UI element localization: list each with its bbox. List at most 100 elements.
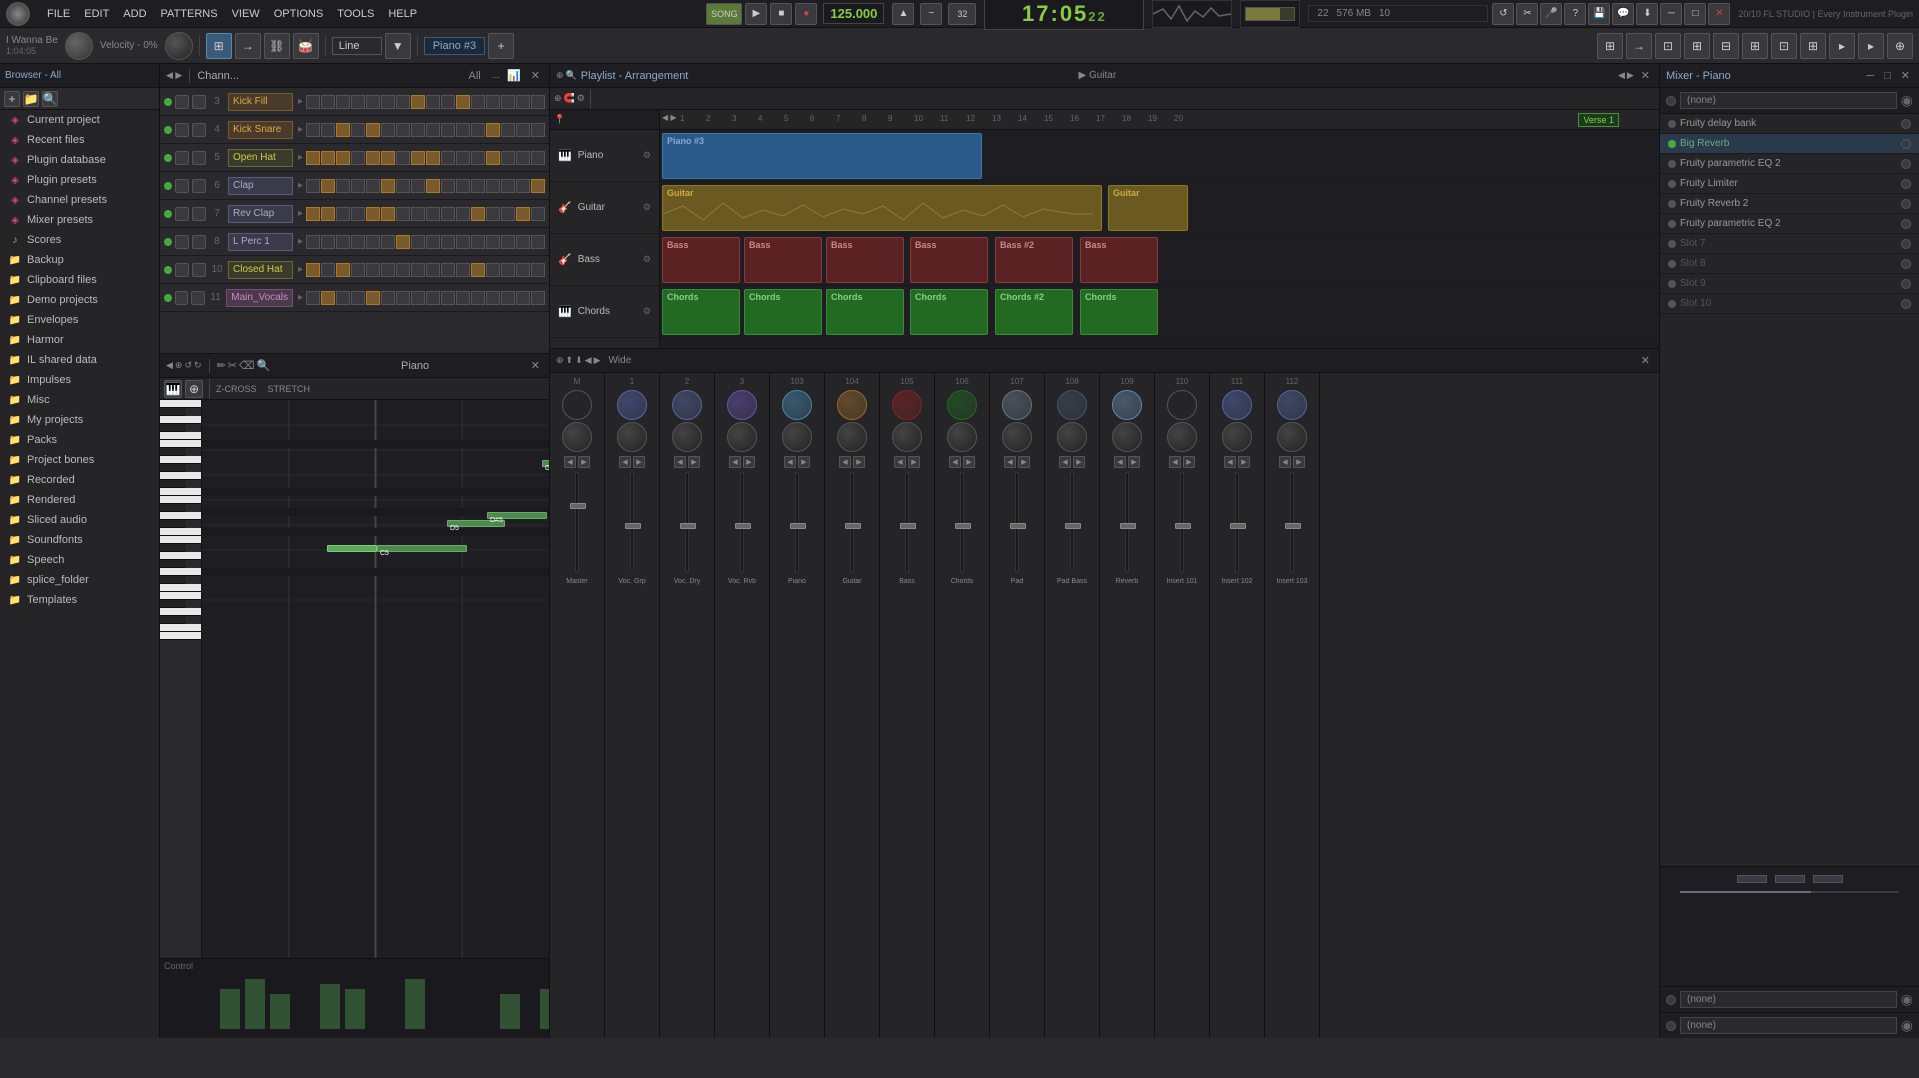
channel-row-main-vocals[interactable]: 11 Main_Vocals ▸ (160, 284, 549, 312)
pad-6-14[interactable] (516, 179, 530, 193)
pad-8-9[interactable] (441, 235, 455, 249)
ch-mute-6[interactable] (175, 179, 189, 193)
strip-r-btn-2[interactable]: ▶ (688, 456, 700, 468)
browser-item-templates[interactable]: 📁Templates (0, 590, 159, 610)
pad-6-0[interactable] (306, 179, 320, 193)
pad-7-2[interactable] (336, 207, 350, 221)
pad-8-5[interactable] (381, 235, 395, 249)
ch-led-4[interactable] (164, 126, 172, 134)
close-btn[interactable]: ✕ (1708, 3, 1730, 25)
strip-r-btn-7[interactable]: ▶ (963, 456, 975, 468)
track-guitar[interactable]: 🎸 Guitar ⚙ (550, 182, 659, 234)
strip-r-btn-6[interactable]: ▶ (908, 456, 920, 468)
clip-chords4[interactable]: Chords (910, 289, 988, 335)
bottom-selector2-value[interactable]: (none) (1680, 1017, 1897, 1034)
pad-8-10[interactable] (456, 235, 470, 249)
piano-key-27[interactable] (160, 616, 186, 624)
browser-item-backup[interactable]: 📁Backup (0, 250, 159, 270)
pl-magnet[interactable]: 🧲 (564, 93, 575, 104)
browser-folder-btn[interactable]: 📁 (23, 91, 39, 107)
mixer-strip-reverb[interactable]: 109 ◀ ▶ Reverb (1100, 373, 1155, 1038)
pad-4-10[interactable] (456, 123, 470, 137)
strip-r-btn-13[interactable]: ▶ (1293, 456, 1305, 468)
mixer-bottom-selector[interactable]: (none) ◉ (1660, 986, 1919, 1012)
strip-knob-9[interactable] (1057, 390, 1087, 420)
ch-solo-6[interactable] (192, 179, 206, 193)
piano-key-8[interactable] (160, 464, 186, 472)
mixer-strip-insert-103[interactable]: 112 ◀ ▶ Insert 103 (1265, 373, 1320, 1038)
pad-3-2[interactable] (336, 95, 350, 109)
pad-7-15[interactable] (531, 207, 545, 221)
clip-bass2[interactable]: Bass (744, 237, 822, 283)
clip-bass5[interactable]: Bass (1080, 237, 1158, 283)
piano-note-g5[interactable]: G5 (542, 460, 549, 467)
pad-7-0[interactable] (306, 207, 320, 221)
pad-5-6[interactable] (396, 151, 410, 165)
mixer-insert-6[interactable]: Slot 7 (1660, 234, 1919, 254)
pad-3-11[interactable] (471, 95, 485, 109)
pad-11-12[interactable] (486, 291, 500, 305)
strip-pan-11[interactable] (1167, 422, 1197, 452)
pr-zoom-in[interactable]: 🎹 (164, 380, 182, 398)
song-mode-btn[interactable]: SONG (706, 3, 742, 25)
channel-row-kick-fill[interactable]: 3 Kick Fill ▸ (160, 88, 549, 116)
pad-8-11[interactable] (471, 235, 485, 249)
ch-solo-4[interactable] (192, 123, 206, 137)
pad-11-15[interactable] (531, 291, 545, 305)
insert-knob-9[interactable] (1901, 299, 1911, 309)
mixer-chan-close[interactable]: ✕ (1638, 354, 1653, 367)
browser-item-impulses[interactable]: 📁Impulses (0, 370, 159, 390)
pad-4-4[interactable] (366, 123, 380, 137)
insert-knob-7[interactable] (1901, 259, 1911, 269)
pad-10-6[interactable] (396, 263, 410, 277)
pad-7-6[interactable] (396, 207, 410, 221)
pad-8-6[interactable] (396, 235, 410, 249)
pad-3-5[interactable] (381, 95, 395, 109)
strip-pan-3[interactable] (727, 422, 757, 452)
arrow-btn[interactable]: → (235, 33, 261, 59)
browser-item-clipboard-files[interactable]: 📁Clipboard files (0, 270, 159, 290)
pad-6-13[interactable] (501, 179, 515, 193)
strip-knob-10[interactable] (1112, 390, 1142, 420)
mixer-insert-3[interactable]: Fruity Limiter (1660, 174, 1919, 194)
track-bass[interactable]: 🎸 Bass ⚙ (550, 234, 659, 286)
track-piano[interactable]: 🎹 Piano ⚙ (550, 130, 659, 182)
piano-key-23[interactable] (160, 584, 201, 592)
pr-zoom-out[interactable]: ⊕ (185, 380, 203, 398)
pad-5-1[interactable] (321, 151, 335, 165)
strip-pan-5[interactable] (837, 422, 867, 452)
strip-knob-7[interactable] (947, 390, 977, 420)
pad-6-1[interactable] (321, 179, 335, 193)
tempo-up[interactable]: ▲ (892, 3, 914, 25)
browser-item-plugin-database[interactable]: ◈Plugin database (0, 150, 159, 170)
pad-3-6[interactable] (396, 95, 410, 109)
pad-4-3[interactable] (351, 123, 365, 137)
pad-3-7[interactable] (411, 95, 425, 109)
ch-mute-7[interactable] (175, 207, 189, 221)
clip-bass4[interactable]: Bass (910, 237, 988, 283)
piano-key-7[interactable] (160, 456, 201, 464)
strip-pan-9[interactable] (1057, 422, 1087, 452)
pad-4-8[interactable] (426, 123, 440, 137)
strip-pan-13[interactable] (1277, 422, 1307, 452)
piano-key-12[interactable] (160, 496, 201, 504)
ch-solo-8[interactable] (192, 235, 206, 249)
ch-led-7[interactable] (164, 210, 172, 218)
strip-r-btn-9[interactable]: ▶ (1073, 456, 1085, 468)
pad-6-7[interactable] (411, 179, 425, 193)
pad-8-0[interactable] (306, 235, 320, 249)
pad-11-11[interactable] (471, 291, 485, 305)
pad-11-0[interactable] (306, 291, 320, 305)
pad-10-9[interactable] (441, 263, 455, 277)
pad-6-10[interactable] (456, 179, 470, 193)
channel-row-clap[interactable]: 6 Clap ▸ (160, 172, 549, 200)
pad-4-2[interactable] (336, 123, 350, 137)
pad-7-12[interactable] (486, 207, 500, 221)
ch-name-6[interactable]: Clap (228, 177, 293, 195)
pattern-btn[interactable]: 32 (948, 3, 976, 25)
mixer-inserts-minimize[interactable]: ─ (1863, 70, 1877, 82)
pad-8-1[interactable] (321, 235, 335, 249)
strip-fader-13[interactable] (1285, 523, 1301, 529)
timeline-area[interactable]: ◀ ▶ 1234567891011121314151617181920 Vers… (660, 110, 1659, 348)
pad-8-12[interactable] (486, 235, 500, 249)
